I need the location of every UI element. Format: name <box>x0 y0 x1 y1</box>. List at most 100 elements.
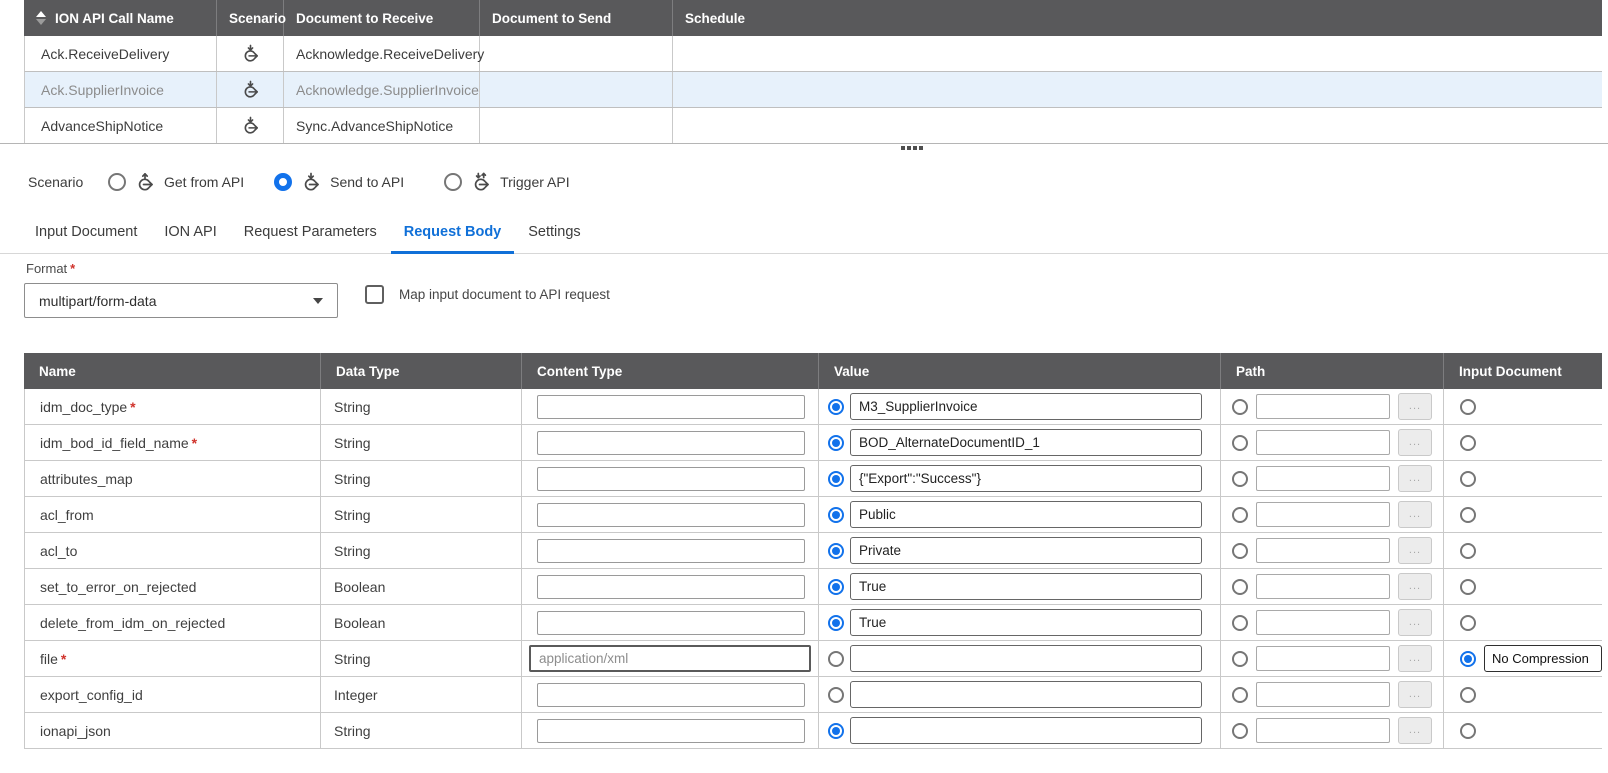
tab-settings[interactable]: Settings <box>522 224 586 253</box>
format-dropdown[interactable]: multipart/form-data <box>24 283 338 318</box>
path-radio[interactable] <box>1232 543 1248 559</box>
splitter-drag-handle-icon[interactable] <box>901 146 923 150</box>
path-radio[interactable] <box>1232 579 1248 595</box>
send-to-api-radio[interactable] <box>274 173 292 191</box>
path-browse-button[interactable]: ... <box>1398 501 1432 528</box>
value-input[interactable] <box>850 537 1202 564</box>
tab-input-document[interactable]: Input Document <box>29 224 143 253</box>
path-radio[interactable] <box>1232 723 1248 739</box>
path-browse-button[interactable]: ... <box>1398 537 1432 564</box>
path-input[interactable] <box>1256 466 1390 491</box>
value-radio[interactable] <box>828 615 844 631</box>
value-input[interactable] <box>850 573 1202 600</box>
table-row: file* String ... No Compression <box>24 641 1602 677</box>
param-name: idm_bod_id_field_name* <box>25 425 321 460</box>
content-type-input[interactable] <box>537 575 805 599</box>
path-radio[interactable] <box>1232 471 1248 487</box>
path-browse-button[interactable]: ... <box>1398 681 1432 708</box>
path-input[interactable] <box>1256 610 1390 635</box>
path-browse-button[interactable]: ... <box>1398 465 1432 492</box>
input-document-radio[interactable] <box>1460 399 1476 415</box>
content-type-input[interactable] <box>529 645 811 672</box>
scenario-option-get-from-api[interactable]: Get from API <box>108 172 244 192</box>
path-radio[interactable] <box>1232 687 1248 703</box>
path-radio[interactable] <box>1232 651 1248 667</box>
value-input[interactable] <box>850 609 1202 636</box>
scenario-option-send-to-api[interactable]: Send to API <box>274 172 404 192</box>
path-input[interactable] <box>1256 682 1390 707</box>
path-browse-button[interactable]: ... <box>1398 609 1432 636</box>
header-document-to-receive[interactable]: Document to Receive <box>283 0 479 36</box>
content-type-input[interactable] <box>537 683 805 707</box>
header-schedule[interactable]: Schedule <box>672 0 1602 36</box>
table-row[interactable]: Ack.ReceiveDelivery Acknowledge.ReceiveD… <box>24 36 1602 72</box>
path-browse-button[interactable]: ... <box>1398 429 1432 456</box>
value-input[interactable] <box>850 681 1202 708</box>
content-type-input[interactable] <box>537 719 805 743</box>
value-radio[interactable] <box>828 507 844 523</box>
header-document-to-send[interactable]: Document to Send <box>479 0 672 36</box>
input-document-radio[interactable] <box>1460 687 1476 703</box>
content-type-input[interactable] <box>537 503 805 527</box>
path-input[interactable] <box>1256 538 1390 563</box>
value-input[interactable] <box>850 393 1202 420</box>
path-radio[interactable] <box>1232 507 1248 523</box>
path-input[interactable] <box>1256 502 1390 527</box>
path-input[interactable] <box>1256 574 1390 599</box>
map-input-document-checkbox[interactable] <box>365 285 384 304</box>
scenario-option-trigger-api[interactable]: Trigger API <box>444 172 570 192</box>
path-browse-button[interactable]: ... <box>1398 717 1432 744</box>
value-input[interactable] <box>850 429 1202 456</box>
header-ion-api-call-name[interactable]: ION API Call Name <box>24 0 216 36</box>
content-type-input[interactable] <box>537 467 805 491</box>
path-browse-button[interactable]: ... <box>1398 645 1432 672</box>
path-radio[interactable] <box>1232 399 1248 415</box>
content-type-input[interactable] <box>537 611 805 635</box>
param-name: file* <box>25 641 321 676</box>
required-asterisk: * <box>61 651 66 667</box>
table-row-selected[interactable]: Ack.SupplierInvoice Acknowledge.Supplier… <box>24 72 1602 108</box>
tab-request-parameters[interactable]: Request Parameters <box>238 224 383 253</box>
content-type-input[interactable] <box>537 539 805 563</box>
input-document-radio[interactable] <box>1460 723 1476 739</box>
input-document-radio[interactable] <box>1460 543 1476 559</box>
input-document-radio[interactable] <box>1460 615 1476 631</box>
input-document-radio[interactable] <box>1460 435 1476 451</box>
value-radio[interactable] <box>828 579 844 595</box>
value-input[interactable] <box>850 501 1202 528</box>
path-radio[interactable] <box>1232 615 1248 631</box>
path-input[interactable] <box>1256 718 1390 743</box>
path-browse-button[interactable]: ... <box>1398 573 1432 600</box>
content-type-input[interactable] <box>537 431 805 455</box>
value-radio[interactable] <box>828 687 844 703</box>
content-type-input[interactable] <box>537 395 805 419</box>
input-document-radio[interactable] <box>1460 579 1476 595</box>
trigger-api-radio[interactable] <box>444 173 462 191</box>
param-name: delete_from_idm_on_rejected <box>25 605 321 640</box>
table-row[interactable]: AdvanceShipNotice Sync.AdvanceShipNotice <box>24 108 1602 144</box>
value-radio[interactable] <box>828 723 844 739</box>
header-scenario[interactable]: Scenario <box>216 0 283 36</box>
input-document-radio[interactable] <box>1460 471 1476 487</box>
path-radio[interactable] <box>1232 435 1248 451</box>
value-radio[interactable] <box>828 399 844 415</box>
tab-request-body[interactable]: Request Body <box>398 224 508 253</box>
pane-splitter[interactable] <box>0 143 1608 144</box>
compression-select[interactable]: No Compression <box>1484 645 1602 672</box>
value-radio[interactable] <box>828 543 844 559</box>
value-radio[interactable] <box>828 435 844 451</box>
value-input[interactable] <box>850 717 1202 744</box>
value-input[interactable] <box>850 465 1202 492</box>
path-input[interactable] <box>1256 646 1390 671</box>
value-radio[interactable] <box>828 471 844 487</box>
path-input[interactable] <box>1256 394 1390 419</box>
value-input[interactable] <box>850 645 1202 672</box>
input-document-radio[interactable] <box>1460 507 1476 523</box>
value-radio[interactable] <box>828 651 844 667</box>
path-browse-button[interactable]: ... <box>1398 393 1432 420</box>
input-document-radio[interactable] <box>1460 651 1476 667</box>
path-input[interactable] <box>1256 430 1390 455</box>
get-from-api-radio[interactable] <box>108 173 126 191</box>
sort-icon[interactable] <box>36 11 46 25</box>
tab-ion-api[interactable]: ION API <box>158 224 222 253</box>
